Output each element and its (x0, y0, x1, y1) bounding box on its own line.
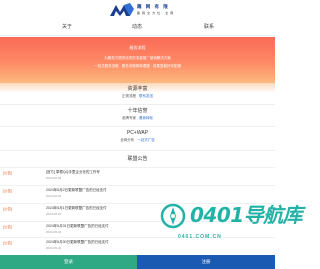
feature-text: 老牌专家 (122, 116, 136, 120)
notice-tag: [公告] (3, 189, 12, 193)
divider (0, 126, 275, 127)
notice-tag: [公告] (3, 225, 12, 229)
notice-date: 2024-06-01 (46, 212, 62, 216)
watermark-logo: 0401导航库 (160, 203, 303, 229)
feature-title: PC+WAP (126, 130, 149, 136)
feature-resources: 资源丰富 正规流程 联系发送 (0, 86, 275, 99)
logo-name: 趣 网 有 限 (137, 4, 170, 9)
notice-title[interactable]: 2024年5月30日更新联盟广告的已经支付 (46, 240, 109, 245)
login-button[interactable]: 登录 (0, 255, 137, 269)
feature-row: 老牌专家 看我转帐 (0, 115, 275, 121)
feature-platform: PC+WAP 全网分布 一站式广告 (0, 130, 275, 143)
notice-tag: [公告] (3, 207, 12, 211)
notice-date: 2024-05-31 (46, 230, 62, 234)
feature-reputation: 十年信誉 老牌专家 看我转帐 (0, 108, 275, 121)
banner-line-2: 一站式服务流程 · 服务流程简单便捷 · 效果显著好评如潮 (94, 64, 181, 68)
notice-title[interactable]: 2024年5月31日更新联盟广告的已经支付 (46, 224, 109, 229)
nav-item-news[interactable]: 动态 (132, 22, 142, 32)
notice-section-title: 联盟公告 (127, 156, 148, 162)
main-nav: 关于 动态 联系 (0, 22, 275, 34)
nav-item-about[interactable]: 关于 (62, 22, 72, 32)
site-logo[interactable]: 趣 网 有 限 趣 网 全 方 位 · 全 网 (110, 3, 173, 19)
footer-bar: 登录 注册 (0, 255, 275, 269)
notice-date: 2024-06-03 (46, 176, 62, 180)
site-header: 趣 网 有 限 趣 网 全 方 位 · 全 网 关于 动态 联系 (0, 0, 275, 36)
feature-link[interactable]: 一站式广告 (137, 138, 155, 142)
feature-title: 十年信誉 (127, 108, 148, 114)
notice-title[interactable]: [官方] 草根QQ手里企业化的工作号 (46, 170, 100, 175)
feature-link[interactable]: 看我转帐 (139, 116, 153, 120)
feature-row: 全网分布 一站式广告 (0, 137, 275, 143)
register-button[interactable]: 注册 (137, 255, 275, 269)
notice-date: 2024-05-30 (46, 246, 62, 250)
feature-text: 全网分布 (120, 138, 135, 142)
feature-text: 正规流程 (122, 94, 136, 98)
feature-link[interactable]: 联系发送 (139, 94, 153, 98)
nav-item-contact[interactable]: 联系 (204, 22, 214, 32)
list-item[interactable]: [公告] [官方] 草根QQ手里企业化的工作号 2024-06-03 (0, 167, 275, 185)
feature-title: 资源丰富 (127, 86, 148, 92)
watermark-url: 0401.COM.CN (178, 234, 222, 240)
notice-title[interactable]: 2024年6月1日更新联盟广告的已经支付 (46, 206, 107, 211)
notice-tag: [公告] (3, 241, 12, 245)
banner-title: 服务流程 (129, 45, 146, 50)
logo-tagline: 趣 网 全 方 位 · 全 网 (137, 11, 174, 15)
divider (0, 150, 275, 151)
watermark-compass-icon (160, 203, 186, 229)
banner-line-1: 为服务方提供优质的流量推广营销解决方案 (104, 56, 171, 60)
feature-row: 正规流程 联系发送 (0, 93, 275, 99)
watermark-text: 0401导航库 (190, 203, 303, 227)
divider (0, 104, 275, 105)
notice-date: 2024-06-02 (46, 194, 62, 198)
list-item[interactable]: [公告] 2024年6月2日更新联盟广告的已经支付 2024-06-02 (0, 185, 275, 203)
list-item[interactable]: [公告] 2024年5月30日更新联盟广告的已经支付 2024-05-30 (0, 237, 275, 255)
notice-tag: [公告] (3, 171, 12, 175)
logo-mark-icon (110, 3, 134, 16)
notice-title[interactable]: 2024年6月2日更新联盟广告的已经支付 (46, 188, 107, 193)
